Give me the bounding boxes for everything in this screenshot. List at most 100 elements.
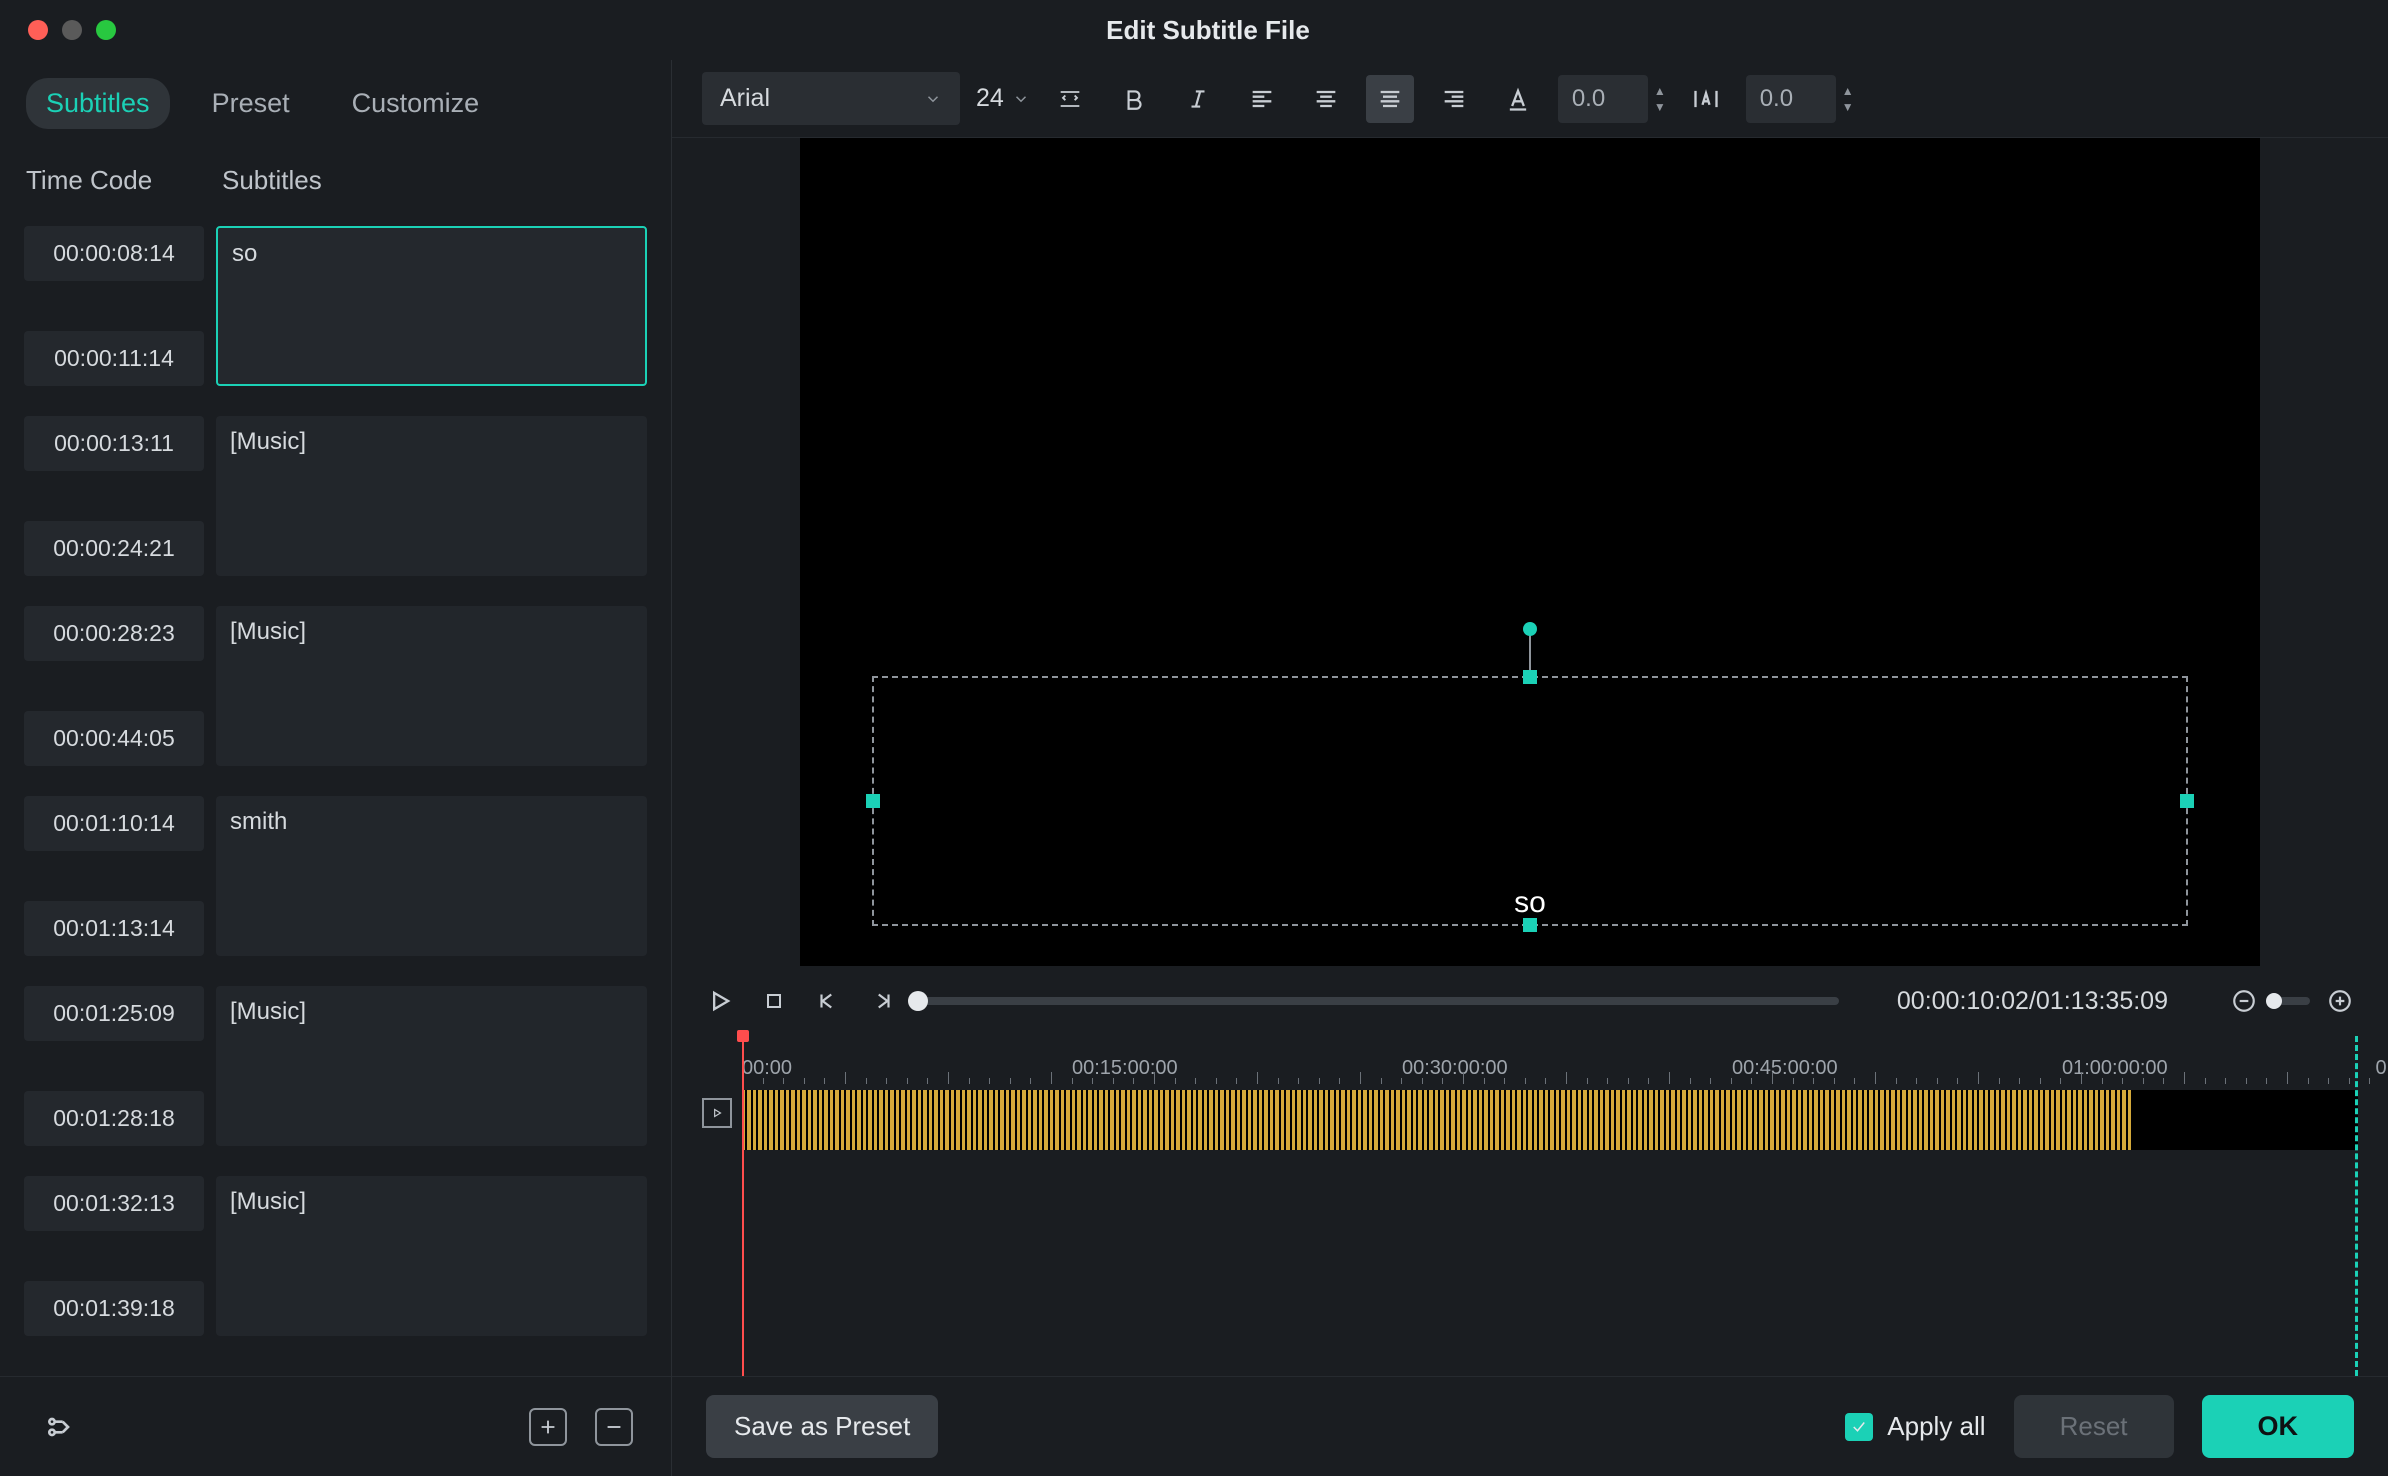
chevron-down-icon xyxy=(924,90,942,108)
subtitle-text-input[interactable]: [Music] xyxy=(216,416,647,576)
tab-customize[interactable]: Customize xyxy=(332,78,500,129)
text-toolbar: Arial 24 xyxy=(672,60,2388,138)
timecode-start[interactable]: 00:00:28:23 xyxy=(24,606,204,661)
zoom-knob[interactable] xyxy=(2266,993,2282,1009)
align-center-active-button[interactable] xyxy=(1366,75,1414,123)
timeline-end-marker[interactable] xyxy=(2355,1036,2358,1376)
rotate-handle[interactable] xyxy=(1523,622,1537,636)
right-footer: Save as Preset Apply all Reset OK xyxy=(672,1376,2388,1476)
zoom-controls xyxy=(2226,983,2358,1019)
timecode-start[interactable]: 00:00:13:11 xyxy=(24,416,204,471)
maximize-window-button[interactable] xyxy=(96,20,116,40)
subtitle-text-input[interactable]: smith xyxy=(216,796,647,956)
ok-button[interactable]: OK xyxy=(2202,1395,2355,1458)
right-panel: Arial 24 xyxy=(672,60,2388,1476)
subtitle-row[interactable]: 00:00:28:23 00:00:44:05[Music] xyxy=(24,606,647,766)
header-timecode: Time Code xyxy=(26,165,216,196)
preview-subtitle-text: so xyxy=(1514,886,1546,920)
save-as-preset-button[interactable]: Save as Preset xyxy=(706,1395,938,1458)
font-color-button[interactable] xyxy=(1494,75,1542,123)
font-select-value: Arial xyxy=(720,84,770,113)
italic-button[interactable] xyxy=(1174,75,1222,123)
tab-preset[interactable]: Preset xyxy=(192,78,310,129)
resize-handle-right[interactable] xyxy=(2180,794,2194,808)
timecode-start[interactable]: 00:01:32:13 xyxy=(24,1176,204,1231)
char-spacing-stepper[interactable]: ▲▼ xyxy=(1654,85,1666,113)
prev-frame-button[interactable] xyxy=(810,983,846,1019)
resize-handle-bottom[interactable] xyxy=(1523,918,1537,932)
timecode-end[interactable]: 00:00:44:05 xyxy=(24,711,204,766)
timeline[interactable]: 00:0000:15:00:0000:30:00:0000:45:00:0001… xyxy=(672,1036,2388,1376)
subtitle-text-input[interactable]: [Music] xyxy=(216,1176,647,1336)
subtitle-row[interactable]: 00:01:32:13 00:01:39:18[Music] xyxy=(24,1176,647,1336)
checkbox-icon xyxy=(1845,1413,1873,1441)
apply-all-checkbox[interactable]: Apply all xyxy=(1845,1411,1985,1442)
window-title: Edit Subtitle File xyxy=(116,15,2300,46)
chevron-down-icon xyxy=(1012,90,1030,108)
timecode-end[interactable]: 00:01:39:18 xyxy=(24,1281,204,1336)
remove-subtitle-button[interactable] xyxy=(595,1408,633,1446)
timecode-end[interactable]: 00:01:13:14 xyxy=(24,901,204,956)
timeline-ruler[interactable]: 00:0000:15:00:0000:30:00:0000:45:00:0001… xyxy=(702,1036,2358,1084)
subtitle-bounding-box[interactable]: so xyxy=(872,676,2188,926)
ruler-tick: 01:15 xyxy=(2376,1057,2388,1084)
close-window-button[interactable] xyxy=(28,20,48,40)
time-display: 00:00:10:02/01:13:35:09 xyxy=(1897,987,2168,1016)
subtitle-row[interactable]: 00:01:10:14 00:01:13:14smith xyxy=(24,796,647,956)
column-headers: Time Code Subtitles xyxy=(0,147,671,226)
zoom-slider[interactable] xyxy=(2274,997,2310,1005)
left-panel: Subtitles Preset Customize Time Code Sub… xyxy=(0,60,672,1476)
window-controls xyxy=(28,20,116,40)
resize-handle-top[interactable] xyxy=(1523,670,1537,684)
waveform-row xyxy=(702,1090,2358,1150)
timecode-end[interactable]: 00:00:11:14 xyxy=(24,331,204,386)
playback-scrubber[interactable] xyxy=(918,997,1839,1005)
line-height-button[interactable] xyxy=(1046,75,1094,123)
audio-waveform[interactable] xyxy=(742,1090,2358,1150)
titlebar: Edit Subtitle File xyxy=(0,0,2388,60)
scrubber-knob[interactable] xyxy=(908,991,928,1011)
align-left-button[interactable] xyxy=(1238,75,1286,123)
timecode-start[interactable]: 00:01:10:14 xyxy=(24,796,204,851)
font-select[interactable]: Arial xyxy=(702,72,960,125)
preview-area: so xyxy=(672,138,2388,966)
subtitle-list[interactable]: 00:00:08:1400:00:11:14so00:00:13:1100:00… xyxy=(0,226,671,1376)
timecode-start[interactable]: 00:01:25:09 xyxy=(24,986,204,1041)
apply-all-label: Apply all xyxy=(1887,1411,1985,1442)
zoom-in-button[interactable] xyxy=(2322,983,2358,1019)
track-toggle-button[interactable] xyxy=(702,1098,732,1128)
add-subtitle-button[interactable] xyxy=(529,1408,567,1446)
merge-subtitle-button[interactable] xyxy=(38,1405,82,1449)
font-size-value: 24 xyxy=(976,84,1004,113)
line-spacing-stepper[interactable]: ▲▼ xyxy=(1842,85,1854,113)
subtitle-text-input[interactable]: so xyxy=(216,226,647,386)
stop-button[interactable] xyxy=(756,983,792,1019)
bold-button[interactable] xyxy=(1110,75,1158,123)
reset-button[interactable]: Reset xyxy=(2014,1395,2174,1458)
font-size-control[interactable]: 24 xyxy=(976,84,1030,113)
subtitle-row[interactable]: 00:00:08:14 00:00:11:14so xyxy=(24,226,647,386)
timeline-playhead[interactable] xyxy=(742,1036,744,1376)
subtitle-row[interactable]: 00:00:13:11 00:00:24:21[Music] xyxy=(24,416,647,576)
subtitle-text-input[interactable]: [Music] xyxy=(216,986,647,1146)
play-button[interactable] xyxy=(702,983,738,1019)
align-center-button[interactable] xyxy=(1302,75,1350,123)
letter-spacing-icon xyxy=(1682,75,1730,123)
char-spacing-control[interactable]: 0.0 ▲▼ xyxy=(1558,75,1666,123)
minimize-window-button[interactable] xyxy=(62,20,82,40)
timecode-end[interactable]: 00:00:24:21 xyxy=(24,521,204,576)
align-right-button[interactable] xyxy=(1430,75,1478,123)
tab-subtitles[interactable]: Subtitles xyxy=(26,78,170,129)
subtitle-text-input[interactable]: [Music] xyxy=(216,606,647,766)
char-spacing-value: 0.0 xyxy=(1558,75,1648,123)
line-spacing-control[interactable]: 0.0 ▲▼ xyxy=(1746,75,1854,123)
subtitle-row[interactable]: 00:01:25:09 00:01:28:18[Music] xyxy=(24,986,647,1146)
timecode-start[interactable]: 00:00:08:14 xyxy=(24,226,204,281)
resize-handle-left[interactable] xyxy=(866,794,880,808)
video-canvas[interactable]: so xyxy=(800,138,2260,966)
left-tab-row: Subtitles Preset Customize xyxy=(0,60,671,147)
timecode-end[interactable]: 00:01:28:18 xyxy=(24,1091,204,1146)
next-frame-button[interactable] xyxy=(864,983,900,1019)
zoom-out-button[interactable] xyxy=(2226,983,2262,1019)
playback-controls: 00:00:10:02/01:13:35:09 xyxy=(672,966,2388,1036)
